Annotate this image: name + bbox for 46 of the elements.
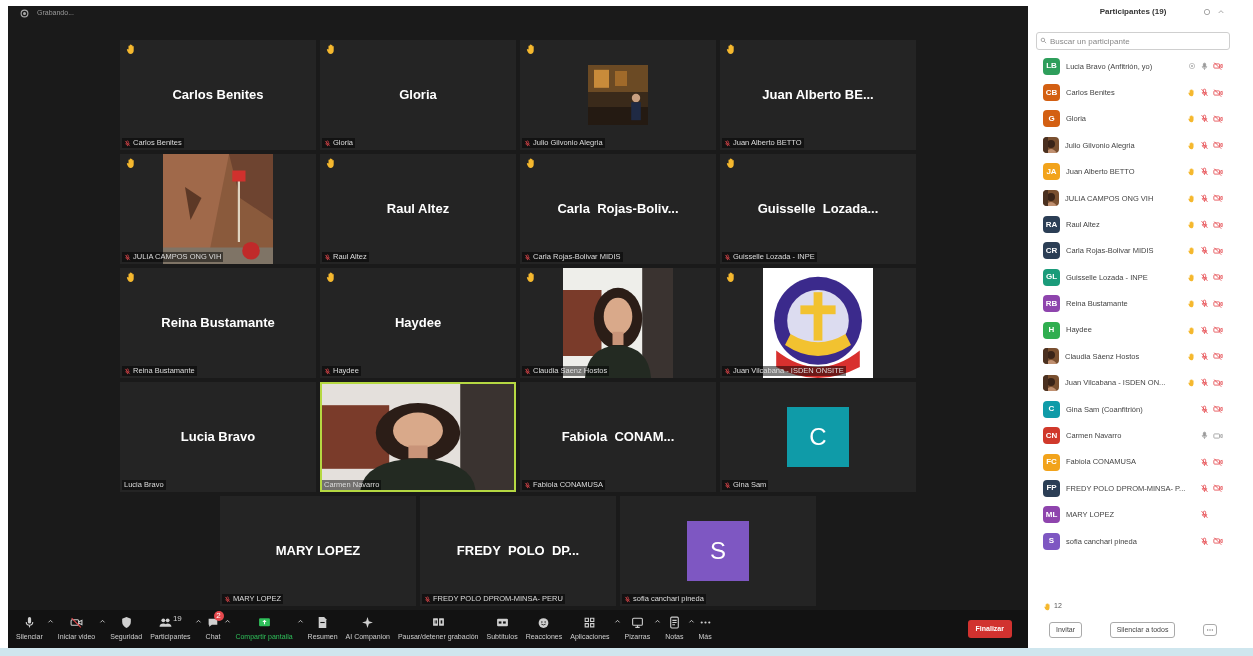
participant-name: Raul Altez	[386, 200, 450, 219]
participant-name: Carla Rojas-Boliv...	[557, 200, 679, 219]
whiteboard-icon	[630, 615, 644, 629]
avatar: G	[1043, 110, 1060, 128]
video-off-icon	[70, 615, 84, 629]
panel-title: Participantes (19)	[1099, 6, 1167, 18]
participant-name: Carlos Benites	[172, 86, 264, 105]
people-icon	[158, 615, 172, 629]
recording-icon	[20, 8, 29, 18]
avatar: C	[1043, 400, 1060, 418]
participant-name: Lucia Bravo	[180, 428, 256, 447]
shield-icon	[119, 615, 133, 629]
avatar: RA	[1043, 216, 1060, 234]
avatar: RB	[1043, 295, 1060, 313]
avatar: LB	[1043, 57, 1060, 75]
avatar: FC	[1043, 453, 1060, 471]
participant-name: Reina Bustamante	[161, 314, 275, 333]
participant-name: Juan Alberto BE...	[762, 86, 874, 105]
sparkle-icon	[361, 615, 375, 629]
participant-name: Fabiola CONAM...	[561, 428, 675, 447]
avatar: C	[787, 407, 849, 467]
avatar: CR	[1043, 242, 1060, 260]
search-field[interactable]: Buscar un participante	[1036, 32, 1230, 50]
avatar: H	[1043, 321, 1060, 339]
raised-hand-icon	[1043, 601, 1052, 611]
pause-stop-icon	[431, 615, 445, 629]
participant-name: FREDY POLO DP...	[456, 542, 580, 561]
smiley-icon	[537, 615, 551, 629]
participant-name: MARY LOPEZ	[275, 542, 361, 561]
unread-badge: 2	[213, 611, 224, 622]
apps-icon	[583, 615, 597, 629]
participant-name: Haydee	[394, 314, 442, 333]
avatar: CN	[1043, 427, 1060, 445]
notes-icon	[667, 615, 681, 629]
participant-count: 19	[172, 615, 182, 624]
avatar: JA	[1043, 163, 1060, 181]
share-screen-icon	[257, 615, 271, 629]
avatar: S	[687, 521, 749, 581]
participant-name: Guisselle Lozada...	[757, 200, 879, 219]
participant-name: Gloria	[399, 86, 437, 105]
avatar: CB	[1043, 84, 1060, 102]
avatar: ML	[1043, 506, 1060, 524]
avatar: S	[1043, 532, 1060, 550]
avatar: GL	[1043, 268, 1060, 286]
search-icon	[1040, 37, 1047, 44]
avatar: FP	[1043, 479, 1060, 497]
